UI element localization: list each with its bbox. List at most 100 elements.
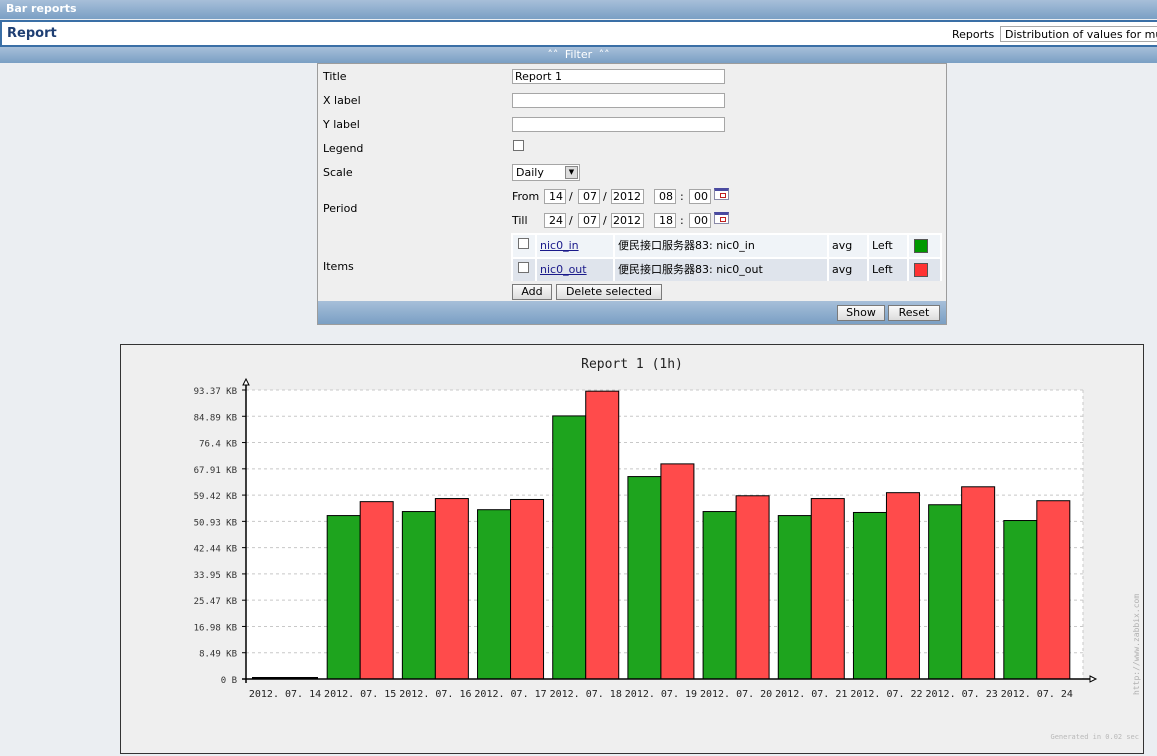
item-color-cell <box>909 259 940 281</box>
chart-title: Report 1 (1h) <box>581 357 683 372</box>
y-tick-label: 8.49 KB <box>199 650 237 660</box>
bar-nic0_out <box>359 501 394 680</box>
item-checkbox[interactable] <box>518 262 529 273</box>
chart-container: Report 1 (1h) 0 B 8.49 KB 16.98 KB 25.47 KB… <box>120 344 1144 754</box>
item-key-cell: nic0_out <box>537 259 613 281</box>
date-separator: / <box>603 214 607 227</box>
item-key-link[interactable]: nic0_in <box>540 239 579 252</box>
x-tick-label: 2012. 07. 15 <box>324 689 396 700</box>
bar-nic0_out <box>510 498 545 680</box>
filter-panel: Title Report 1 X label Y label Legend Sc… <box>317 63 947 325</box>
till-month-input[interactable]: 07 <box>578 213 600 228</box>
bar-nic0_out <box>434 498 469 680</box>
bar-nic0_in <box>401 511 436 680</box>
item-axis: Left <box>869 235 907 257</box>
y-tick-label: 84.89 KB <box>194 413 237 423</box>
till-year-input[interactable]: 2012 <box>611 213 644 228</box>
x-tick-label: 2012. 07. 22 <box>850 689 922 700</box>
y-tick-label: 42.44 KB <box>194 545 237 555</box>
double-chevron-up-icon: ˄˄ <box>598 48 610 61</box>
watermark: http://www.zabbix.com <box>1132 594 1141 695</box>
ylabel-input[interactable] <box>512 117 725 132</box>
add-button[interactable]: Add <box>512 284 552 300</box>
scale-select[interactable]: Daily ▼ <box>512 164 580 181</box>
item-description: 便民接口服务器83: nic0_out <box>615 259 827 281</box>
till-minute-input[interactable]: 00 <box>689 213 711 228</box>
item-description: 便民接口服务器83: nic0_in <box>615 235 827 257</box>
bar-nic0_in <box>852 511 887 680</box>
bar-chart: Report 1 (1h) 0 B 8.49 KB 16.98 KB 25.47 KB… <box>194 357 1141 741</box>
item-key-link[interactable]: nic0_out <box>540 263 587 276</box>
xlabel-label: X label <box>323 94 361 107</box>
x-tick-label: 2012. 07. 18 <box>550 689 622 700</box>
date-separator: / <box>603 190 607 203</box>
item-color-swatch <box>914 263 928 277</box>
y-tick-label: 25.47 KB <box>194 597 237 607</box>
from-minute-input[interactable]: 00 <box>689 189 711 204</box>
till-day-input[interactable]: 24 <box>544 213 566 228</box>
y-tick-label: 67.91 KB <box>194 466 237 476</box>
x-tick-label: 2012. 07. 19 <box>625 689 697 700</box>
legend-label: Legend <box>323 142 364 155</box>
title-label: Title <box>323 70 347 83</box>
item-row: nic0_out 便民接口服务器83: nic0_out avg Left <box>513 259 940 281</box>
period-label: Period <box>323 202 358 215</box>
bar-nic0_out <box>885 492 920 680</box>
y-tick-label: 59.42 KB <box>194 492 237 502</box>
items-table: nic0_in 便民接口服务器83: nic0_in avg Left nic0… <box>511 233 942 281</box>
from-year-input[interactable]: 2012 <box>611 189 644 204</box>
bar-nic0_in <box>627 476 662 680</box>
xlabel-input[interactable] <box>512 93 725 108</box>
till-hour-input[interactable]: 18 <box>654 213 676 228</box>
reports-select[interactable]: Distribution of values for multiple peri… <box>1000 26 1157 42</box>
item-row: nic0_in 便民接口服务器83: nic0_in avg Left <box>513 235 940 257</box>
reset-button[interactable]: Reset <box>888 305 940 321</box>
report-bar: Report Reports Distribution of values fo… <box>0 20 1157 47</box>
x-tick-label: 2012. 07. 14 <box>249 689 321 700</box>
item-select-cell <box>513 259 535 281</box>
from-month-input[interactable]: 07 <box>578 189 600 204</box>
bar-nic0_out <box>660 463 695 680</box>
scale-label: Scale <box>323 166 353 179</box>
y-tick-label: 16.98 KB <box>194 623 237 633</box>
time-separator: : <box>680 214 684 227</box>
from-day-input[interactable]: 14 <box>544 189 566 204</box>
item-checkbox[interactable] <box>518 238 529 249</box>
y-tick-label: 33.95 KB <box>194 571 237 581</box>
x-tick-label: 2012. 07. 24 <box>1001 689 1073 700</box>
filter-toggle[interactable]: ˄˄ Filter ˄˄ <box>0 47 1157 63</box>
bar-nic0_out <box>810 498 845 680</box>
bar-nic0_in <box>326 515 361 680</box>
calendar-icon[interactable] <box>714 212 729 224</box>
double-chevron-up-icon: ˄˄ <box>547 48 559 61</box>
generated-footer: Generated in 0.02 sec <box>1050 733 1139 741</box>
item-color-swatch <box>914 239 928 253</box>
page-header: Bar reports <box>0 0 1157 19</box>
x-tick-label: 2012. 07. 20 <box>700 689 772 700</box>
date-separator: / <box>569 190 573 203</box>
x-tick-label: 2012. 07. 17 <box>474 689 546 700</box>
delete-selected-button[interactable]: Delete selected <box>556 284 662 300</box>
y-tick-label: 93.37 KB <box>194 387 237 397</box>
bar-nic0_out <box>961 486 996 680</box>
bar-nic0_out <box>585 390 620 680</box>
calendar-icon[interactable] <box>714 188 729 200</box>
y-tick-label: 0 B <box>221 676 237 686</box>
from-hour-input[interactable]: 08 <box>654 189 676 204</box>
title-input[interactable]: Report 1 <box>512 69 725 84</box>
legend-checkbox[interactable] <box>513 140 524 151</box>
x-tick-label: 2012. 07. 16 <box>399 689 471 700</box>
from-label: From <box>512 190 540 203</box>
ylabel-label: Y label <box>323 118 360 131</box>
x-axis-arrow-icon <box>1089 675 1098 683</box>
till-label: Till <box>512 214 528 227</box>
bar-nic0_in <box>777 515 812 680</box>
item-color-cell <box>909 235 940 257</box>
y-tick-label: 50.93 KB <box>194 518 237 528</box>
show-button[interactable]: Show <box>837 305 885 321</box>
date-separator: / <box>569 214 573 227</box>
bar-nic0_out <box>1036 500 1071 680</box>
x-tick-label: 2012. 07. 23 <box>926 689 998 700</box>
x-tick-label: 2012. 07. 21 <box>775 689 847 700</box>
reports-label: Reports <box>952 28 995 41</box>
